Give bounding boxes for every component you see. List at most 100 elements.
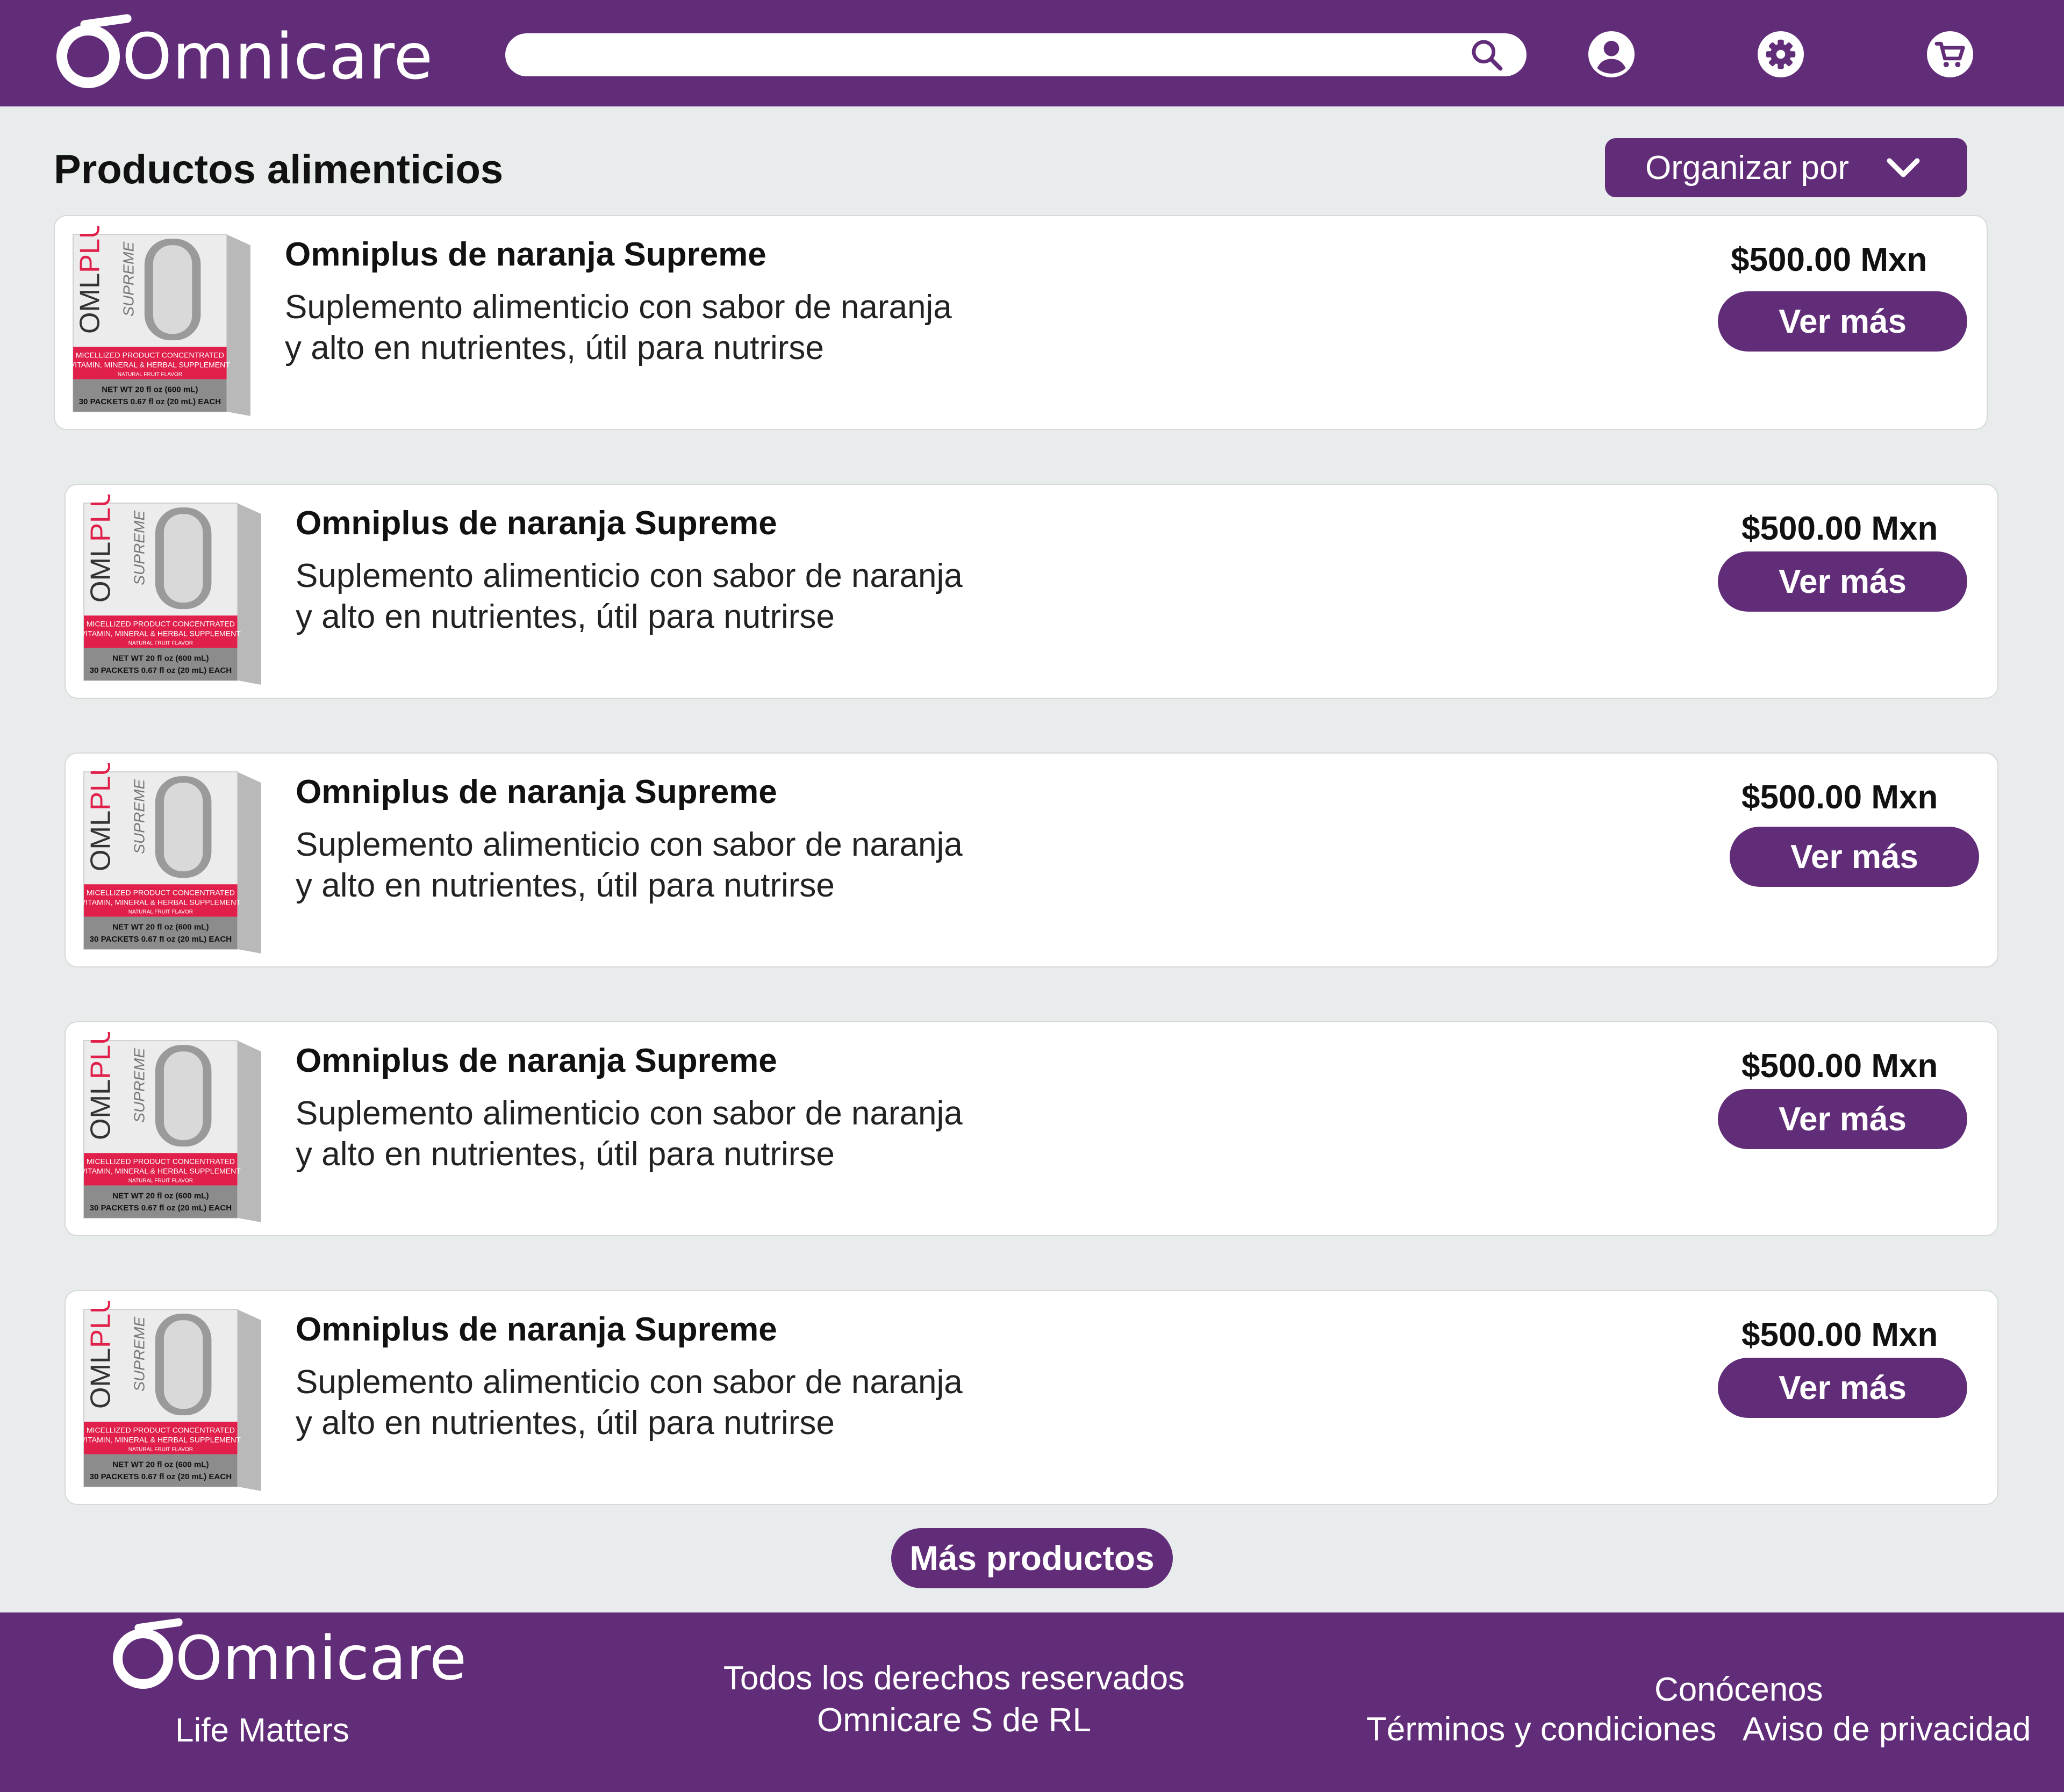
- view-more-button[interactable]: Ver más: [1718, 291, 1967, 352]
- logo-o-mark: [113, 1629, 173, 1689]
- product-card: OMLPLUS SUPREME MICELLIZED PRODUCT CONCE…: [64, 1021, 1998, 1236]
- svg-text:30 PACKETS 0.67 fl oz (20 mL): 30 PACKETS 0.67 fl oz (20 mL) EACH: [90, 935, 232, 944]
- svg-text:30 PACKETS 0.67 fl oz (20 mL): 30 PACKETS 0.67 fl oz (20 mL) EACH: [90, 666, 232, 675]
- svg-text:NET WT 20 fl oz (600 mL): NET WT 20 fl oz (600 mL): [112, 1192, 209, 1201]
- svg-text:30 PACKETS 0.67 fl oz (20 mL): 30 PACKETS 0.67 fl oz (20 mL) EACH: [90, 1203, 232, 1213]
- product-name[interactable]: Omniplus de naranja Supreme: [296, 773, 777, 811]
- view-more-button[interactable]: Ver más: [1718, 1089, 1967, 1149]
- product-name[interactable]: Omniplus de naranja Supreme: [296, 1310, 777, 1349]
- product-card: OMLPLUS SUPREME MICELLIZED PRODUCT CONCE…: [54, 215, 1988, 430]
- footer-link-terms[interactable]: Términos y condiciones: [1366, 1710, 1716, 1748]
- svg-text:OMLPLUS: OMLPLUS: [85, 763, 116, 871]
- description-line: Suplemento alimenticio con sabor de nara…: [296, 826, 963, 863]
- product-description: Suplemento alimenticio con sabor de nara…: [296, 1362, 1102, 1444]
- view-more-button[interactable]: Ver más: [1730, 827, 1979, 887]
- description-line: Suplemento alimenticio con sabor de nara…: [296, 1364, 963, 1401]
- svg-text:NET WT 20 fl oz (600 mL): NET WT 20 fl oz (600 mL): [112, 1460, 209, 1470]
- page-title: Productos alimenticios: [54, 147, 504, 192]
- chevron-down-icon: [1887, 158, 1920, 177]
- description-line: y alto en nutrientes, útil para nutrirse: [296, 598, 835, 635]
- product-description: Suplemento alimenticio con sabor de nara…: [296, 1093, 1102, 1175]
- view-more-button[interactable]: Ver más: [1718, 1358, 1967, 1418]
- omnicare-logo[interactable]: Omnicare: [56, 11, 433, 102]
- description-line: y alto en nutrientes, útil para nutrirse: [296, 867, 835, 904]
- svg-text:SUPREME: SUPREME: [120, 241, 137, 317]
- user-icon[interactable]: [1588, 31, 1635, 77]
- product-name[interactable]: Omniplus de naranja Supreme: [285, 235, 766, 274]
- footer-link-about[interactable]: Conócenos: [1654, 1671, 1823, 1709]
- svg-text:NET WT 20 fl oz (600 mL): NET WT 20 fl oz (600 mL): [112, 654, 209, 663]
- svg-text:SUPREME: SUPREME: [131, 1048, 148, 1123]
- logo-text: Omnicare: [175, 1624, 467, 1694]
- svg-text:30 PACKETS 0.67 fl oz (20 mL): 30 PACKETS 0.67 fl oz (20 mL) EACH: [79, 397, 221, 406]
- product-price: $500.00 Mxn: [1742, 1048, 1938, 1085]
- svg-text:MICELLIZED PRODUCT CONCENTRATE: MICELLIZED PRODUCT CONCENTRATED: [76, 350, 224, 359]
- product-description: Suplemento alimenticio con sabor de nara…: [296, 825, 1102, 906]
- product-card: OMLPLUS SUPREME MICELLIZED PRODUCT CONCE…: [64, 1290, 1998, 1505]
- svg-text:NET WT 20 fl oz (600 mL): NET WT 20 fl oz (600 mL): [112, 923, 209, 932]
- logo-text: Omnicare: [122, 19, 434, 94]
- product-price: $500.00 Mxn: [1742, 510, 1938, 547]
- svg-text:VITAMIN, MINERAL & HERBAL SUPP: VITAMIN, MINERAL & HERBAL SUPPLEMENT: [81, 629, 241, 637]
- product-image[interactable]: OMLPLUS SUPREME MICELLIZED PRODUCT CONCE…: [75, 1301, 270, 1495]
- description-line: y alto en nutrientes, útil para nutrirse: [285, 329, 824, 367]
- sort-label: Organizar por: [1645, 149, 1850, 187]
- svg-text:OMLPLUS: OMLPLUS: [85, 1301, 116, 1409]
- sort-dropdown[interactable]: Organizar por: [1605, 138, 1967, 197]
- footer-link-privacy[interactable]: Aviso de privacidad: [1743, 1710, 2031, 1748]
- svg-text:VITAMIN, MINERAL & HERBAL SUPP: VITAMIN, MINERAL & HERBAL SUPPLEMENT: [81, 1435, 241, 1444]
- top-navbar: Omnicare: [0, 0, 2064, 106]
- footer-logo[interactable]: Omnicare: [113, 1629, 467, 1689]
- product-description: Suplemento alimenticio con sabor de nara…: [296, 556, 1102, 637]
- view-more-button[interactable]: Ver más: [1718, 551, 1967, 612]
- footer-tagline: Life Matters: [175, 1712, 349, 1749]
- product-name[interactable]: Omniplus de naranja Supreme: [296, 1042, 777, 1080]
- search-bar[interactable]: [505, 33, 1526, 76]
- svg-text:NATURAL FRUIT FLAVOR: NATURAL FRUIT FLAVOR: [118, 372, 182, 378]
- svg-text:NATURAL FRUIT FLAVOR: NATURAL FRUIT FLAVOR: [128, 1447, 193, 1453]
- description-line: Suplemento alimenticio con sabor de nara…: [285, 289, 952, 326]
- svg-text:MICELLIZED PRODUCT CONCENTRATE: MICELLIZED PRODUCT CONCENTRATED: [87, 1425, 235, 1434]
- logo-o-mark: [56, 25, 120, 88]
- search-input[interactable]: [527, 39, 1440, 71]
- svg-text:OMLPLUS: OMLPLUS: [85, 1032, 116, 1140]
- svg-text:NATURAL FRUIT FLAVOR: NATURAL FRUIT FLAVOR: [128, 641, 193, 647]
- copyright-text: Todos los derechos reservados Omnicare S…: [661, 1658, 1247, 1741]
- description-line: Suplemento alimenticio con sabor de nara…: [296, 557, 963, 594]
- description-line: Suplemento alimenticio con sabor de nara…: [296, 1095, 963, 1132]
- description-line: y alto en nutrientes, útil para nutrirse: [296, 1136, 835, 1173]
- svg-text:OMLPLUS: OMLPLUS: [85, 494, 116, 603]
- svg-text:30 PACKETS 0.67 fl oz (20 mL): 30 PACKETS 0.67 fl oz (20 mL) EACH: [90, 1472, 232, 1481]
- product-price: $500.00 Mxn: [1731, 241, 1927, 278]
- svg-text:VITAMIN, MINERAL & HERBAL SUPP: VITAMIN, MINERAL & HERBAL SUPPLEMENT: [70, 360, 230, 369]
- copyright-line: Todos los derechos reservados: [723, 1660, 1185, 1697]
- product-card: OMLPLUS SUPREME MICELLIZED PRODUCT CONCE…: [64, 752, 1998, 967]
- svg-text:SUPREME: SUPREME: [131, 510, 148, 585]
- product-image[interactable]: OMLPLUS SUPREME MICELLIZED PRODUCT CONCE…: [75, 494, 270, 689]
- svg-text:NATURAL FRUIT FLAVOR: NATURAL FRUIT FLAVOR: [128, 1178, 193, 1184]
- product-image[interactable]: OMLPLUS SUPREME MICELLIZED PRODUCT CONCE…: [64, 226, 259, 420]
- product-image[interactable]: OMLPLUS SUPREME MICELLIZED PRODUCT CONCE…: [75, 1032, 270, 1227]
- footer: Omnicare Life Matters Todos los derechos…: [0, 1612, 2064, 1792]
- cart-icon[interactable]: [1927, 31, 1973, 77]
- svg-text:VITAMIN, MINERAL & HERBAL SUPP: VITAMIN, MINERAL & HERBAL SUPPLEMENT: [81, 898, 241, 906]
- svg-text:OMLPLUS: OMLPLUS: [74, 226, 105, 334]
- svg-text:MICELLIZED PRODUCT CONCENTRATE: MICELLIZED PRODUCT CONCENTRATED: [87, 888, 235, 897]
- search-icon[interactable]: [1468, 37, 1505, 73]
- svg-text:SUPREME: SUPREME: [131, 779, 148, 854]
- product-price: $500.00 Mxn: [1742, 779, 1938, 816]
- product-price: $500.00 Mxn: [1742, 1316, 1938, 1353]
- svg-text:MICELLIZED PRODUCT CONCENTRATE: MICELLIZED PRODUCT CONCENTRATED: [87, 619, 235, 628]
- gear-icon[interactable]: [1758, 31, 1804, 77]
- svg-text:MICELLIZED PRODUCT CONCENTRATE: MICELLIZED PRODUCT CONCENTRATED: [87, 1157, 235, 1165]
- svg-text:NET WT 20 fl oz (600 mL): NET WT 20 fl oz (600 mL): [102, 385, 198, 395]
- more-products-button[interactable]: Más productos: [891, 1528, 1173, 1588]
- description-line: y alto en nutrientes, útil para nutrirse: [296, 1404, 835, 1442]
- svg-text:NATURAL FRUIT FLAVOR: NATURAL FRUIT FLAVOR: [128, 909, 193, 915]
- product-image[interactable]: OMLPLUS SUPREME MICELLIZED PRODUCT CONCE…: [75, 763, 270, 958]
- product-description: Suplemento alimenticio con sabor de nara…: [285, 287, 1091, 369]
- company-name: Omnicare S de RL: [817, 1702, 1091, 1739]
- product-name[interactable]: Omniplus de naranja Supreme: [296, 504, 777, 542]
- svg-text:VITAMIN, MINERAL & HERBAL SUPP: VITAMIN, MINERAL & HERBAL SUPPLEMENT: [81, 1166, 241, 1175]
- svg-text:SUPREME: SUPREME: [131, 1316, 148, 1392]
